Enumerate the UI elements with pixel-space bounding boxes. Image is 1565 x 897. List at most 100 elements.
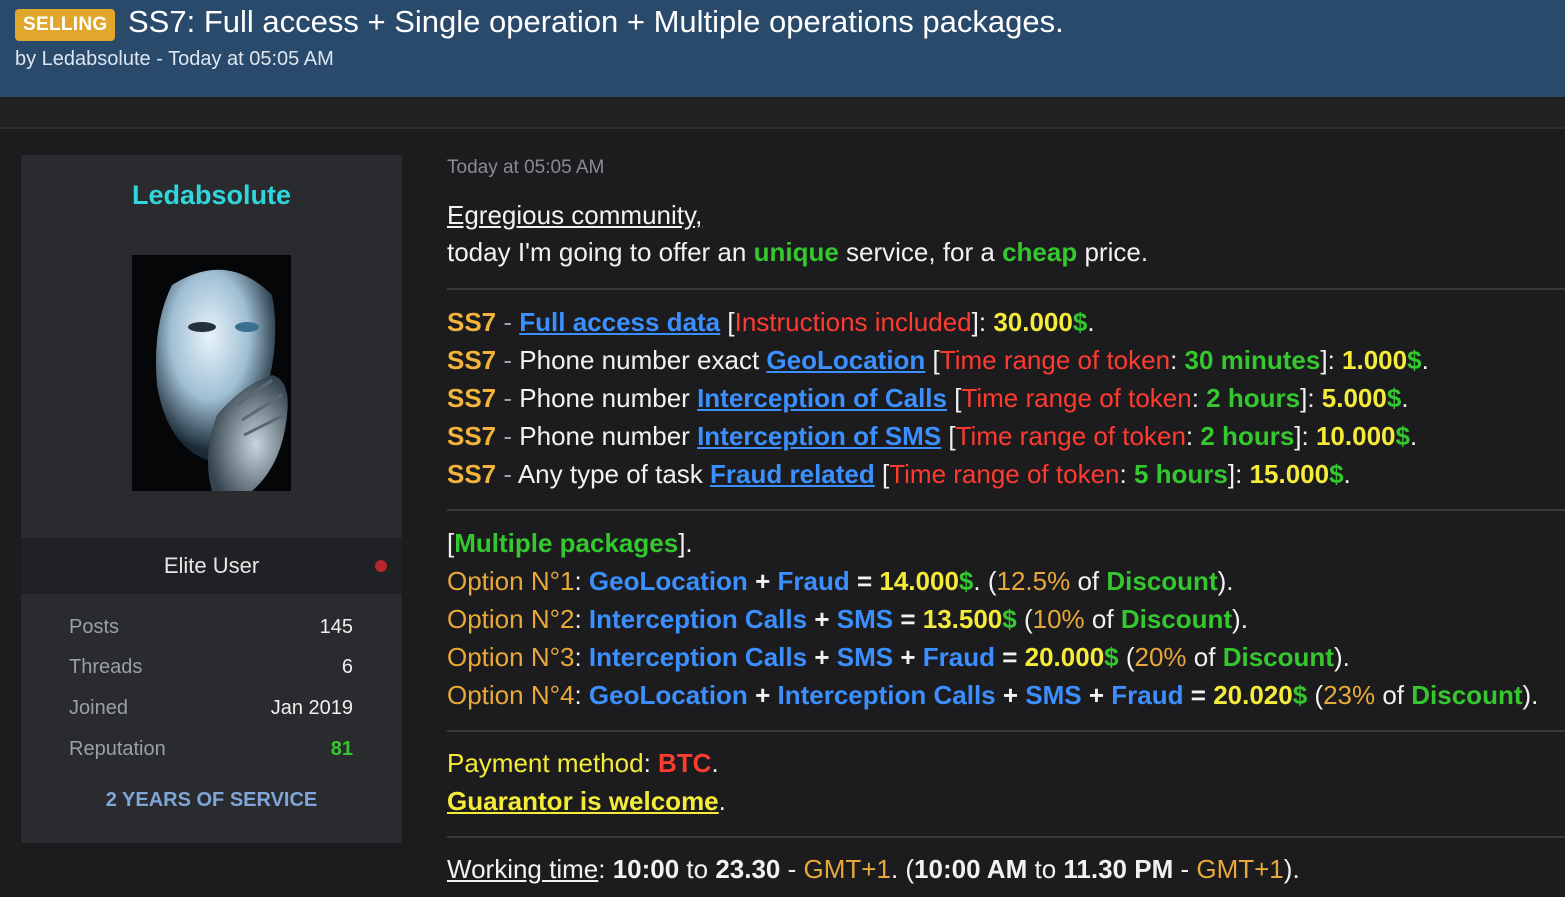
avatar[interactable] [132, 255, 291, 491]
option-price: 20.020 [1213, 680, 1293, 710]
offer-link[interactable]: Fraud related [710, 459, 875, 489]
option-item: SMS [1025, 680, 1082, 710]
offer-line: SS7 - Full access data [Instructions inc… [447, 307, 1095, 337]
intro-highlight: cheap [1002, 237, 1078, 267]
offer-text: Phone number exact [519, 345, 767, 375]
stat-label: Reputation [69, 738, 166, 760]
user-rank: Elite User [163, 553, 260, 578]
payment-label: Payment method [447, 748, 644, 778]
offer-price: 5.000 [1321, 383, 1387, 413]
option-item: SMS [836, 642, 894, 672]
offer-link[interactable]: Full access data [519, 307, 720, 337]
working-to-word: to [679, 854, 716, 884]
separator [447, 509, 1565, 511]
option-discount-pct: 10% [1032, 604, 1085, 634]
option-of: of [1186, 642, 1223, 672]
option-item: Fraud [922, 642, 995, 672]
thread-title: SS7: Full access + Single operation + Mu… [128, 4, 1064, 39]
working-tz: GMT+1 [803, 854, 891, 884]
offer-line: SS7 - Phone number Interception of Calls… [447, 383, 1409, 413]
working-from-12h: 10:00 AM [914, 854, 1028, 884]
option-discount-pct: 23% [1323, 680, 1376, 710]
offer-tag: SS7 [447, 459, 497, 489]
offer-text: Any type of task [517, 459, 711, 489]
offer-range-label: Time range of token [955, 421, 1186, 451]
thread-byline: by Ledabsolute - Today at 05:05 AM [15, 48, 334, 70]
offer-range-value: 2 hours [1200, 421, 1295, 451]
offer-text: Phone number [519, 421, 698, 451]
option-line: Option N°2: Interception Calls + SMS = 1… [447, 604, 1248, 634]
working-from: 10:00 [612, 854, 680, 884]
greeting: Egregious community, [447, 200, 703, 230]
offer-tag: SS7 [447, 307, 497, 337]
option-discount-word: Discount [1222, 642, 1334, 672]
option-label: Option N°1 [447, 566, 575, 596]
option-price: 14.000 [879, 566, 959, 596]
option-currency: $ [1002, 604, 1017, 634]
option-line: Option N°4: GeoLocation + Interception C… [447, 680, 1539, 710]
offer-price: 1.000 [1342, 345, 1408, 375]
offer-currency: $ [1407, 345, 1422, 375]
offer-note: Instructions included [734, 307, 972, 337]
option-discount-pct: 20% [1134, 642, 1187, 672]
username-link[interactable]: Ledabsolute [21, 180, 402, 211]
option-currency: $ [1292, 680, 1308, 710]
offer-range-value: 5 hours [1133, 459, 1228, 489]
stat-value: 81 [330, 738, 353, 760]
intro-text: today I'm going to offer an [447, 237, 754, 267]
option-discount-word: Discount [1106, 566, 1218, 596]
offer-line: SS7 - Any type of task Fraud related [Ti… [447, 459, 1351, 489]
option-item: Interception Calls [588, 604, 808, 634]
post-timestamp[interactable]: Today at 05:05 AM [447, 157, 604, 179]
offer-tag: SS7 [447, 345, 497, 375]
offer-currency: $ [1072, 307, 1088, 337]
stat-reputation: Reputation 81 [69, 738, 353, 764]
service-banner: 2 YEARS OF SERVICE [105, 789, 318, 811]
offer-link[interactable]: Interception of SMS [697, 421, 941, 451]
offer-line: SS7 - Phone number exact GeoLocation [Ti… [447, 345, 1429, 375]
header-divider [0, 97, 1565, 129]
offer-currency: $ [1386, 383, 1402, 413]
intro-highlight: unique [753, 237, 839, 267]
thread-header: SELLING SS7: Full access + Single operat… [0, 0, 1565, 97]
option-item: GeoLocation [588, 566, 748, 596]
option-item: Interception Calls [777, 680, 996, 710]
option-label: Option N°3 [447, 642, 575, 672]
option-currency: $ [1104, 642, 1119, 672]
option-label: Option N°2 [447, 604, 575, 634]
user-rank-bar: Elite User [21, 538, 402, 594]
option-of: of [1070, 566, 1107, 596]
offer-line: SS7 - Phone number Interception of SMS [… [447, 421, 1418, 451]
offer-range-value: 30 minutes [1184, 345, 1321, 375]
option-price: 13.500 [922, 604, 1003, 634]
intro-text: service, for a [838, 237, 1003, 267]
offer-sep: - [496, 459, 518, 489]
offer-sep: - [496, 383, 520, 413]
offer-link[interactable]: GeoLocation [766, 345, 925, 375]
working-to-12h: 11.30 PM [1063, 854, 1174, 884]
packages-title-line: [Multiple packages]. [447, 528, 693, 558]
separator [447, 288, 1565, 290]
option-discount-word: Discount [1120, 604, 1233, 634]
option-item: GeoLocation [588, 680, 748, 710]
separator [447, 730, 1565, 732]
option-currency: $ [958, 566, 974, 596]
working-tz: GMT+1 [1196, 854, 1284, 884]
stat-threads: Threads 6 [69, 656, 353, 682]
offer-price: 10.000 [1315, 421, 1396, 451]
option-discount-word: Discount [1411, 680, 1523, 710]
offer-range-label: Time range of token [889, 459, 1120, 489]
selling-badge[interactable]: SELLING [15, 9, 116, 41]
option-line: Option N°1: GeoLocation + Fraud = 14.000… [447, 566, 1234, 596]
status-dot-icon [375, 560, 387, 572]
offer-link[interactable]: Interception of Calls [697, 383, 947, 413]
stat-value: Jan 2019 [270, 697, 353, 719]
intro-text: price. [1077, 237, 1149, 267]
offer-sep: - [496, 307, 520, 337]
option-of: of [1084, 604, 1121, 634]
option-price: 20.000 [1024, 642, 1105, 672]
working-time-line: Working time: 10:00 to 23.30 - GMT+1. (1… [447, 854, 1300, 884]
mask-avatar-image [132, 255, 291, 491]
option-label: Option N°4 [447, 680, 575, 710]
stat-label: Posts [69, 616, 120, 638]
